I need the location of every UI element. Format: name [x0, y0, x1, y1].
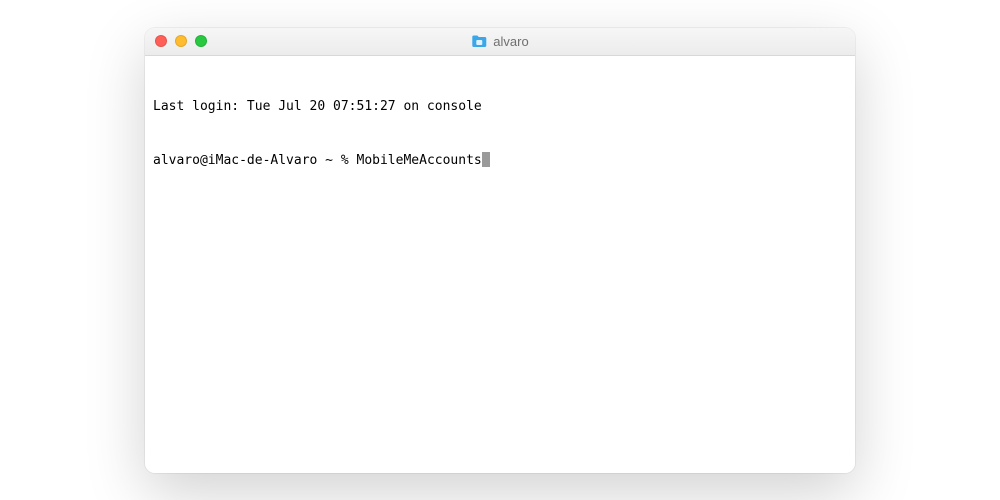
- last-login-line: Last login: Tue Jul 20 07:51:27 on conso…: [153, 98, 847, 116]
- titlebar[interactable]: alvaro: [145, 28, 855, 56]
- prompt-line: alvaro@iMac-de-Alvaro ~ % MobileMeAccoun…: [153, 152, 847, 170]
- folder-icon: [471, 34, 487, 48]
- minimize-button[interactable]: [175, 35, 187, 47]
- command-text: MobileMeAccounts: [357, 152, 482, 170]
- maximize-button[interactable]: [195, 35, 207, 47]
- terminal-window: alvaro Last login: Tue Jul 20 07:51:27 o…: [145, 28, 855, 473]
- window-title-container: alvaro: [471, 34, 528, 49]
- terminal-body[interactable]: Last login: Tue Jul 20 07:51:27 on conso…: [145, 56, 855, 473]
- close-button[interactable]: [155, 35, 167, 47]
- cursor: [482, 152, 490, 167]
- prompt-text: alvaro@iMac-de-Alvaro ~ %: [153, 152, 357, 170]
- window-title: alvaro: [493, 34, 528, 49]
- traffic-lights: [155, 35, 207, 47]
